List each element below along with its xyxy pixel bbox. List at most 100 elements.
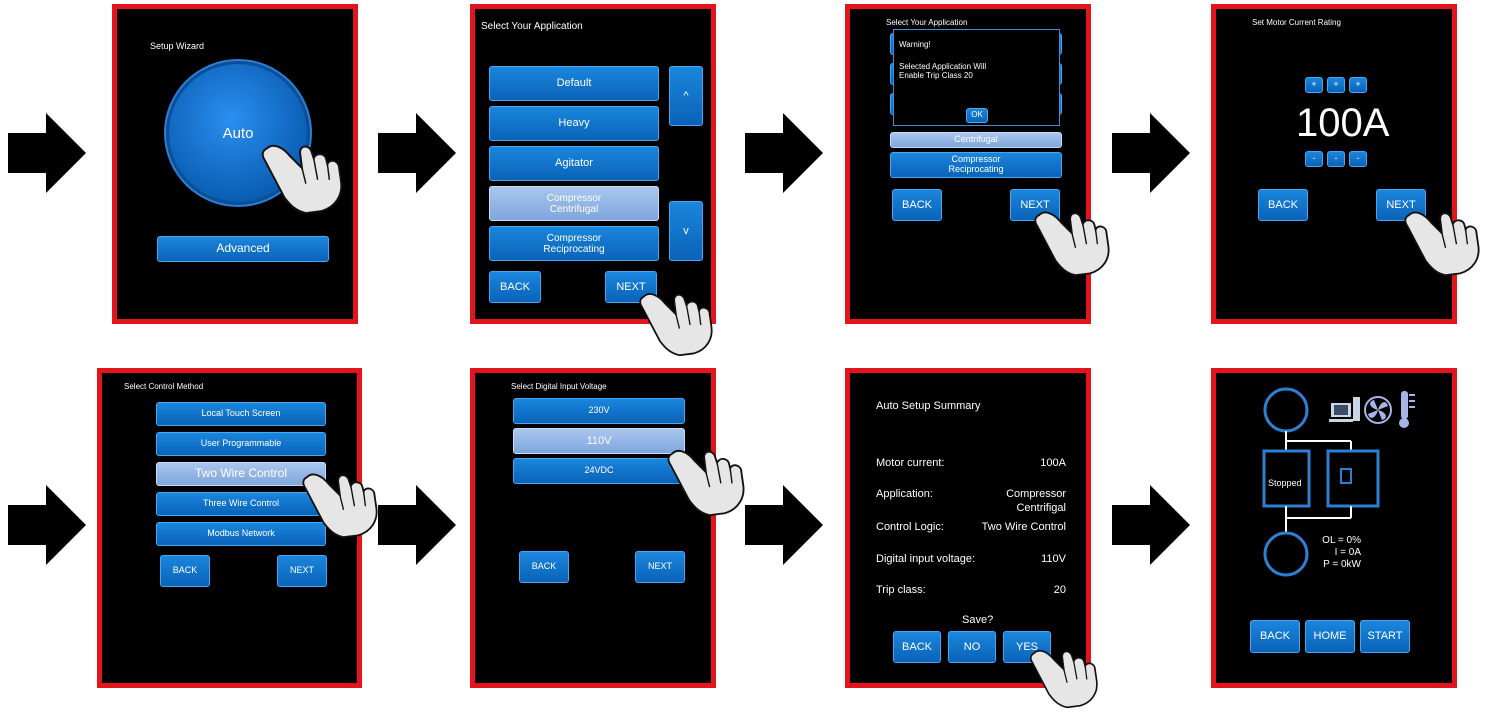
arrow-right-icon <box>8 113 88 193</box>
advanced-button[interactable]: Advanced <box>157 236 329 262</box>
scroll-down-button[interactable]: v <box>669 201 703 261</box>
contactor-box <box>1326 449 1380 508</box>
voltage-label: 230V <box>588 405 610 416</box>
current-value: 100A <box>1296 101 1390 145</box>
increment-tens-button[interactable]: + <box>1327 77 1345 93</box>
next-label: NEXT <box>289 565 314 576</box>
back-button[interactable]: BACK <box>519 551 569 583</box>
next-button[interactable]: NEXT <box>277 555 327 587</box>
computer-icon <box>1329 397 1360 422</box>
application-agitator[interactable]: Agitator <box>489 146 659 181</box>
home-button[interactable]: HOME <box>1305 620 1355 653</box>
increment-units-button[interactable]: + <box>1349 77 1367 93</box>
back-button[interactable]: BACK <box>1258 189 1308 221</box>
pointer-hand-icon <box>298 457 380 539</box>
application-label: Application: <box>876 488 933 500</box>
warning-message: Selected Application Will Enable Trip Cl… <box>899 62 987 81</box>
arrow-right-icon <box>745 113 825 193</box>
voltage-110v[interactable]: 110V <box>513 428 685 454</box>
application-label: Compressor Reciprocating <box>948 154 1004 174</box>
application-compressor-centrifugal[interactable]: Centrifugal <box>890 132 1062 148</box>
fan-icon <box>1364 396 1392 424</box>
ok-button[interactable]: OK <box>966 108 988 123</box>
back-button[interactable]: BACK <box>1250 620 1300 653</box>
scroll-down-label: v <box>683 224 689 237</box>
voltage-230v[interactable]: 230V <box>513 398 685 424</box>
status-text: Stopped <box>1268 478 1302 488</box>
application-heavy[interactable]: Heavy <box>489 106 659 141</box>
control-label: Modbus Network <box>207 528 275 539</box>
increment-hundreds-button[interactable]: + <box>1305 77 1323 93</box>
next-button[interactable]: NEXT <box>635 551 685 583</box>
application-label: Centrifugal <box>954 134 998 145</box>
auto-setup-summary-screen: Auto Setup Summary Motor current: 100A A… <box>845 368 1091 688</box>
back-button[interactable]: BACK <box>489 271 541 303</box>
no-label: NO <box>963 640 981 653</box>
application-default[interactable]: Default <box>489 66 659 101</box>
application-compressor-reciprocating[interactable]: Compressor Reciprocating <box>489 226 659 261</box>
decrement-units-button[interactable]: - <box>1349 151 1367 167</box>
application-label: Compressor Reciprocating <box>543 232 605 255</box>
arrow-right-icon <box>1112 113 1192 193</box>
back-button[interactable]: BACK <box>893 631 941 663</box>
application-label: Heavy <box>558 117 590 130</box>
minus-label: - <box>1356 153 1360 164</box>
trip-class-label: Trip class: <box>876 584 926 596</box>
control-logic-value: Two Wire Control <box>981 521 1066 533</box>
pointer-hand-icon <box>1030 195 1112 277</box>
pointer-hand-icon <box>1400 195 1482 277</box>
motor-current-value: 100A <box>1040 457 1066 469</box>
control-label: Local Touch Screen <box>201 408 281 419</box>
home-status-screen: Stopped OL = 0% I = 0A P = 0kW BACK HOME… <box>1211 368 1457 688</box>
application-label: Compressor Centrifugal <box>546 192 602 215</box>
back-button[interactable]: BACK <box>160 555 210 587</box>
screen-title: Setup Wizard <box>150 41 205 51</box>
overload-readout: OL = 0% <box>1322 535 1361 546</box>
plus-label: + <box>1333 79 1339 90</box>
trip-class-value: 20 <box>1053 584 1066 596</box>
plus-label: + <box>1355 79 1361 90</box>
application-compressor-reciprocating[interactable]: Compressor Reciprocating <box>890 152 1062 178</box>
pointer-hand-icon <box>663 433 747 517</box>
minus-label: - <box>1334 153 1338 164</box>
screen-title: Select Your Application <box>886 18 968 27</box>
decrement-hundreds-button[interactable]: - <box>1305 151 1323 167</box>
voltage-label: 110V <box>586 434 612 447</box>
back-label: BACK <box>500 280 530 293</box>
screen-title: Select Control Method <box>124 382 204 391</box>
back-label: BACK <box>531 561 557 572</box>
arrow-right-icon <box>378 113 458 193</box>
decrement-tens-button[interactable]: - <box>1327 151 1345 167</box>
control-label: User Programmable <box>200 438 282 449</box>
ok-label: OK <box>971 110 983 120</box>
home-label: HOME <box>1313 630 1347 643</box>
warning-dialog: Warning! Selected Application Will Enabl… <box>893 29 1060 126</box>
arrow-right-icon <box>745 485 825 565</box>
top-motor-circle <box>1263 387 1309 433</box>
pointer-hand-icon <box>257 127 345 215</box>
no-button[interactable]: NO <box>948 631 996 663</box>
current-readout: I = 0A <box>1334 547 1361 558</box>
scroll-up-button[interactable]: ^ <box>669 66 703 126</box>
start-button[interactable]: START <box>1360 620 1410 653</box>
application-compressor-centrifugal[interactable]: Compressor Centrifugal <box>489 186 659 221</box>
control-local-touch-screen[interactable]: Local Touch Screen <box>156 402 326 426</box>
control-label: Two Wire Control <box>194 466 288 481</box>
save-prompt: Save? <box>962 614 994 626</box>
voltage-24vdc[interactable]: 24VDC <box>513 458 685 484</box>
advanced-label: Advanced <box>216 241 270 256</box>
select-application-screen: Select Your Application Default Heavy Ag… <box>470 4 716 324</box>
thermometer-icon <box>1399 391 1415 428</box>
application-label: Default <box>556 77 592 90</box>
control-user-programmable[interactable]: User Programmable <box>156 432 326 456</box>
setup-wizard-screen: Setup Wizard Auto Advanced <box>112 4 358 324</box>
screen-title: Auto Setup Summary <box>876 400 981 412</box>
back-label: BACK <box>902 640 932 653</box>
back-button[interactable]: BACK <box>892 189 942 221</box>
start-label: START <box>1367 630 1403 643</box>
digital-input-voltage-screen: Select Digital Input Voltage 230V 110V 2… <box>470 368 716 688</box>
screen-title: Select Digital Input Voltage <box>511 382 607 391</box>
plus-label: + <box>1311 79 1317 90</box>
pointer-hand-icon <box>635 277 715 357</box>
next-label: NEXT <box>647 561 672 572</box>
